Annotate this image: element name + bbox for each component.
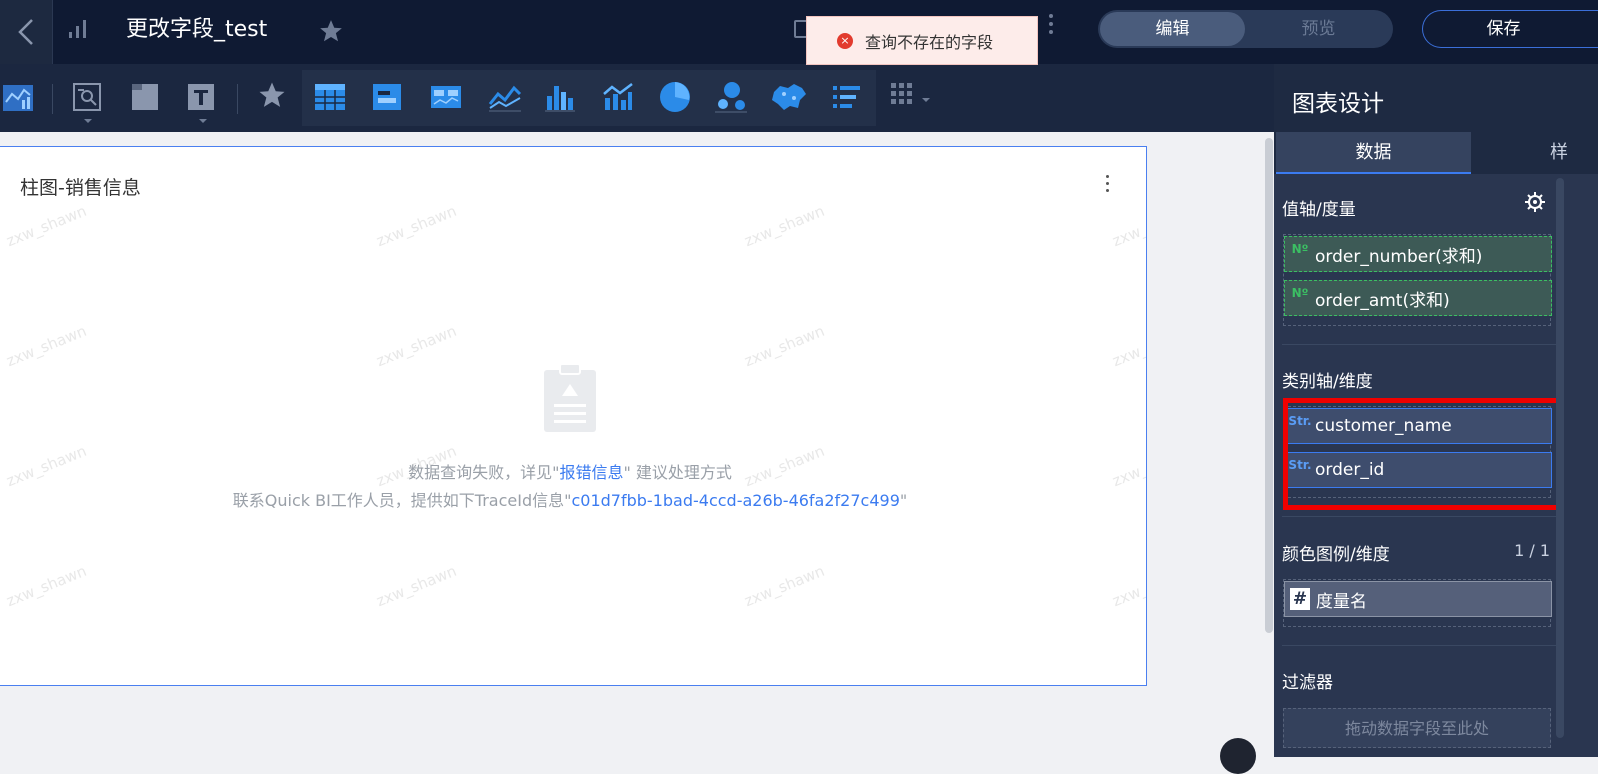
watermark: zxw_shawn — [741, 561, 828, 611]
trace-text: " — [899, 491, 908, 510]
table-icon[interactable] — [314, 82, 346, 112]
top-bar: 更改字段_test 编辑 预览 保存 × 查询不存在的字段 — [0, 0, 1598, 65]
report-icon — [69, 20, 86, 38]
toolbar-separator — [52, 84, 53, 114]
map-icon[interactable] — [770, 80, 808, 114]
panel-scrollbar[interactable] — [1556, 178, 1564, 738]
watermark: zxw_shawn — [1109, 561, 1147, 611]
more-vertical-icon[interactable] — [1106, 175, 1109, 196]
trace-id[interactable]: c01d7fbb-1bad-4ccd-a26b-46fa2f27c499 — [571, 491, 899, 510]
tab-data[interactable]: 数据 — [1276, 132, 1471, 174]
line-chart-icon[interactable] — [488, 82, 522, 112]
watermark: zxw_shawn — [1109, 201, 1147, 251]
toast-message: 查询不存在的字段 — [865, 32, 994, 52]
page-title: 更改字段_test — [126, 17, 268, 42]
value-axis-dropzone[interactable]: Nº order_number(求和) Nº order_amt(求和) — [1283, 234, 1552, 326]
chevron-left-icon — [18, 19, 33, 45]
edit-mode-button[interactable]: 编辑 — [1100, 12, 1245, 46]
error-icon: × — [837, 32, 853, 49]
error-message: 数据查询失败，详见"报错信息" 建议处理方式 — [0, 459, 1140, 483]
combo-chart-icon[interactable] — [602, 82, 634, 112]
color-legend-dropzone[interactable]: # 度量名 — [1283, 579, 1552, 627]
panel-title: 图表设计 — [1292, 91, 1384, 117]
field-label: order_number(求和) — [1315, 246, 1483, 267]
color-legend-label: 颜色图例/维度 — [1282, 545, 1390, 565]
panel-tabs: 数据 样 — [1274, 132, 1598, 174]
dashboard-icon[interactable] — [2, 82, 34, 114]
canvas-scrollbar[interactable] — [1265, 138, 1273, 633]
number-type-icon: Nº — [1291, 286, 1309, 300]
bar-chart-icon[interactable] — [544, 82, 576, 112]
report-canvas: 柱图-销售信息 zxw_shawn zxw_shawn zxw_shawn zx… — [0, 132, 1274, 757]
section-divider — [1282, 516, 1562, 517]
field-label: 度量名 — [1316, 591, 1367, 612]
watermark: zxw_shawn — [741, 201, 828, 251]
error-text: " 建议处理方式 — [623, 463, 732, 482]
help-button[interactable] — [1220, 738, 1256, 774]
section-divider — [1282, 344, 1562, 345]
rank-list-icon[interactable] — [832, 82, 862, 112]
watermark: zxw_shawn — [3, 561, 90, 611]
error-toast: × 查询不存在的字段 — [806, 16, 1038, 65]
filter-dropzone[interactable]: 拖动数据字段至此处 — [1283, 708, 1551, 748]
topbar-divider — [52, 0, 53, 64]
chart-title: 柱图-销售信息 — [20, 177, 141, 199]
legend-count: 1 / 1 — [1514, 541, 1550, 560]
measure-name-field[interactable]: # 度量名 — [1284, 581, 1552, 617]
watermark: zxw_shawn — [373, 561, 460, 611]
gear-icon[interactable] — [1525, 192, 1545, 212]
save-button[interactable]: 保存 — [1422, 10, 1598, 48]
error-detail-link[interactable]: 报错信息 — [559, 463, 623, 482]
trace-text: 联系Quick BI工作人员，提供如下TraceId信息" — [232, 491, 572, 510]
number-type-icon: Nº — [1291, 242, 1309, 256]
mode-toggle: 编辑 预览 — [1098, 10, 1393, 48]
query-control-icon[interactable] — [72, 82, 102, 112]
measure-field[interactable]: Nº order_amt(求和) — [1284, 280, 1552, 316]
back-button[interactable] — [0, 0, 52, 64]
favorite-icon[interactable] — [256, 80, 288, 110]
chart-type-group — [302, 70, 876, 126]
pie-chart-icon[interactable] — [658, 80, 692, 114]
indicator-icon[interactable] — [430, 82, 462, 112]
watermark: zxw_shawn — [741, 321, 828, 371]
trace-message: 联系Quick BI工作人员，提供如下TraceId信息"c01d7fbb-1b… — [0, 487, 1140, 511]
chevron-down-icon[interactable] — [84, 119, 92, 123]
category-axis-label: 类别轴/维度 — [1282, 372, 1373, 392]
hash-icon: # — [1290, 588, 1310, 610]
chart-card[interactable]: 柱图-销售信息 zxw_shawn zxw_shawn zxw_shawn zx… — [0, 146, 1147, 686]
tab-style[interactable]: 样 — [1550, 132, 1568, 174]
star-icon[interactable] — [318, 18, 344, 44]
text-icon[interactable] — [186, 82, 216, 112]
scatter-icon[interactable] — [714, 80, 748, 114]
chevron-down-icon[interactable] — [922, 98, 930, 102]
preview-mode-button[interactable]: 预览 — [1246, 12, 1391, 46]
panel-header: 图表设计 — [1274, 64, 1598, 132]
watermark: zxw_shawn — [1109, 321, 1147, 371]
toolbar-separator — [237, 84, 238, 114]
filter-label: 过滤器 — [1282, 673, 1333, 693]
component-toolbar — [0, 64, 1274, 132]
kpi-card-icon[interactable] — [372, 82, 402, 112]
more-vertical-icon[interactable] — [1049, 14, 1053, 38]
chart-design-panel: 图表设计 数据 样 值轴/度量 Nº order_number(求和) Nº o… — [1274, 64, 1598, 757]
watermark: zxw_shawn — [3, 321, 90, 371]
measure-field[interactable]: Nº order_number(求和) — [1284, 236, 1552, 272]
error-text: 数据查询失败，详见" — [408, 463, 560, 482]
field-label: order_amt(求和) — [1315, 290, 1450, 311]
section-divider — [1282, 645, 1562, 646]
more-charts-icon[interactable] — [890, 82, 920, 108]
watermark: zxw_shawn — [373, 201, 460, 251]
watermark: zxw_shawn — [3, 201, 90, 251]
watermark: zxw_shawn — [373, 321, 460, 371]
empty-data-icon — [544, 363, 596, 432]
highlight-box — [1283, 398, 1561, 510]
tab-icon[interactable] — [130, 82, 160, 112]
chevron-down-icon[interactable] — [199, 119, 207, 123]
value-axis-label: 值轴/度量 — [1282, 200, 1356, 220]
